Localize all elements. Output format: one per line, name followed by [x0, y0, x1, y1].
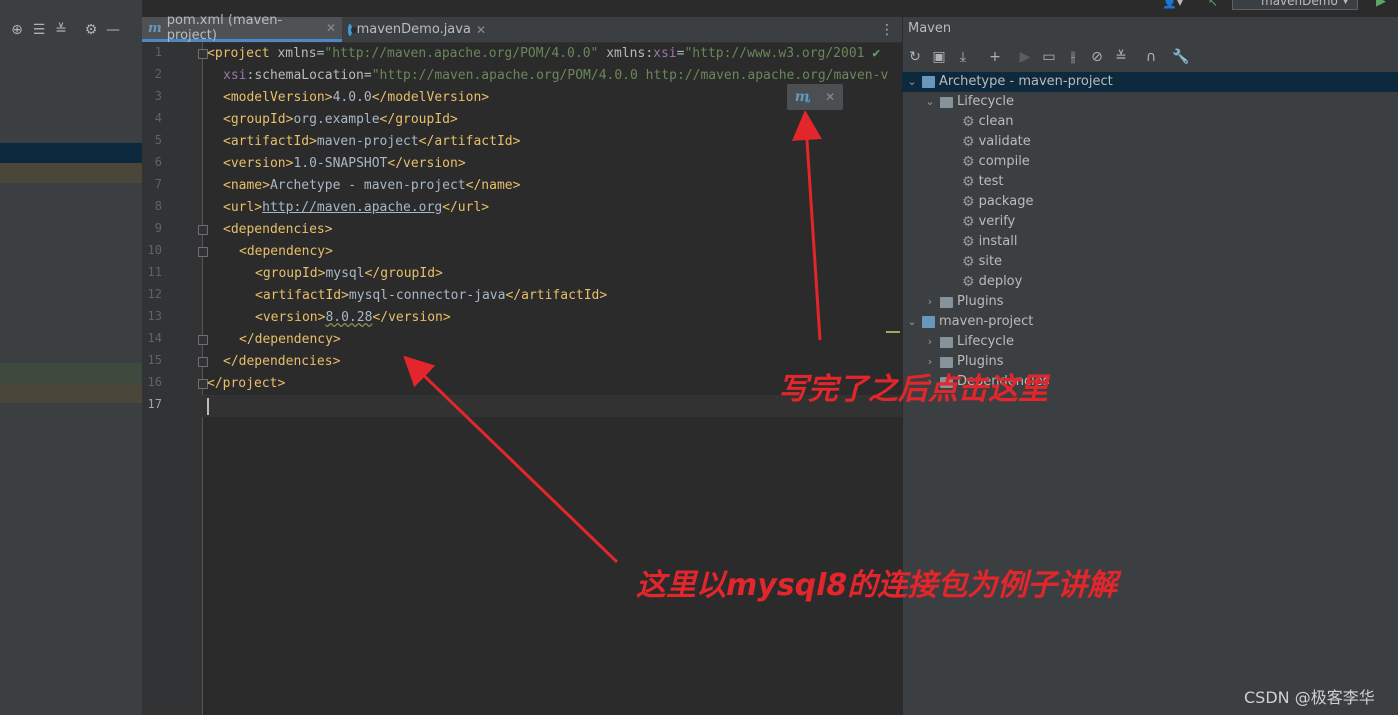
- arrow-to-reload: [792, 110, 822, 341]
- watermark: CSDN @极客李华: [1244, 688, 1375, 707]
- annotation-example: 这里以mysql8的连接包为例子讲解: [636, 568, 1118, 603]
- annotation-arrows: [403, 110, 822, 564]
- annotation-click-here: 写完了之后点击这里: [778, 372, 1048, 407]
- arrow-to-dependency: [403, 355, 619, 564]
